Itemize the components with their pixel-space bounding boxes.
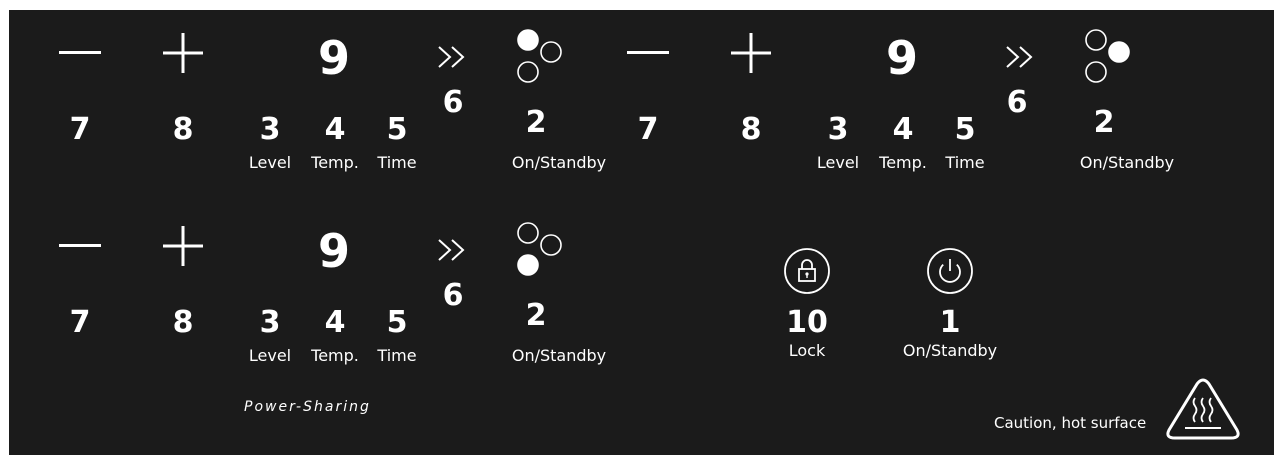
boost-icon[interactable]: [437, 45, 469, 69]
plus-button-number: 8: [172, 305, 194, 340]
zone-standby-button[interactable]: On/Standby: [512, 155, 606, 171]
zone-standby-button[interactable]: On/Standby: [1080, 155, 1174, 171]
boost-icon[interactable]: [437, 238, 469, 262]
minus-button-number: 7: [69, 305, 91, 340]
standby-number: 2: [525, 298, 547, 333]
main-power-button[interactable]: On/Standby: [903, 343, 997, 359]
boost-number: 6: [442, 278, 464, 313]
plus-icon[interactable]: [163, 226, 203, 266]
lock-number: 10: [786, 305, 828, 340]
boost-number: 6: [442, 85, 464, 120]
level-number: 3: [259, 112, 281, 147]
level-button[interactable]: Level: [249, 348, 291, 364]
time-button[interactable]: Time: [945, 155, 984, 171]
minus-icon[interactable]: [59, 50, 101, 56]
lock-button[interactable]: Lock: [789, 343, 825, 359]
temp-button[interactable]: Temp.: [879, 155, 927, 171]
plus-button-number: 8: [172, 112, 194, 147]
display-number: 9: [885, 31, 919, 85]
plus-button-number: 8: [740, 112, 762, 147]
zone-indicator-icon: [517, 222, 562, 276]
control-panel: 7 8 9 3 Level 4 Temp. 5 Time 6 2 On/Stan…: [9, 10, 1274, 455]
boost-icon[interactable]: [1005, 45, 1037, 69]
power-sharing-label: Power-Sharing: [244, 399, 371, 415]
caution-text: Caution, hot surface: [994, 414, 1147, 432]
hot-surface-warning-icon: [1166, 378, 1240, 440]
level-number: 3: [259, 305, 281, 340]
minus-button-number: 7: [637, 112, 659, 147]
temp-number: 4: [324, 305, 346, 340]
standby-number: 2: [525, 105, 547, 140]
temp-button[interactable]: Temp.: [311, 348, 359, 364]
cooking-zone-front-left: 7 8 9 3 Level 4 Temp. 5 Time 6 2 On/Stan…: [59, 20, 619, 190]
power-icon[interactable]: [926, 247, 974, 295]
zone-standby-button[interactable]: On/Standby: [512, 348, 606, 364]
level-button[interactable]: Level: [817, 155, 859, 171]
temp-number: 4: [324, 112, 346, 147]
display-number: 9: [317, 31, 351, 85]
cooking-zone-rear: 7 8 9 3 Level 4 Temp. 5 Time 6 2 On/Stan…: [59, 213, 619, 383]
level-button[interactable]: Level: [249, 155, 291, 171]
minus-icon[interactable]: [59, 243, 101, 249]
minus-button-number: 7: [69, 112, 91, 147]
plus-icon[interactable]: [731, 33, 771, 73]
zone-indicator-icon: [517, 29, 562, 83]
minus-icon[interactable]: [627, 50, 669, 56]
time-number: 5: [954, 112, 976, 147]
padlock-icon[interactable]: [783, 247, 831, 295]
time-button[interactable]: Time: [377, 155, 416, 171]
zone-indicator-icon: [1085, 29, 1130, 83]
temp-button[interactable]: Temp.: [311, 155, 359, 171]
boost-number: 6: [1006, 85, 1028, 120]
standby-number: 2: [1093, 105, 1115, 140]
time-button[interactable]: Time: [377, 348, 416, 364]
display-number: 9: [317, 224, 351, 278]
plus-icon[interactable]: [163, 33, 203, 73]
time-number: 5: [386, 305, 408, 340]
cooking-zone-front-right: 7 8 9 3 Level 4 Temp. 5 Time 6 2 On/Stan…: [627, 20, 1187, 190]
temp-number: 4: [892, 112, 914, 147]
level-number: 3: [827, 112, 849, 147]
time-number: 5: [386, 112, 408, 147]
main-power-number: 1: [939, 305, 961, 340]
